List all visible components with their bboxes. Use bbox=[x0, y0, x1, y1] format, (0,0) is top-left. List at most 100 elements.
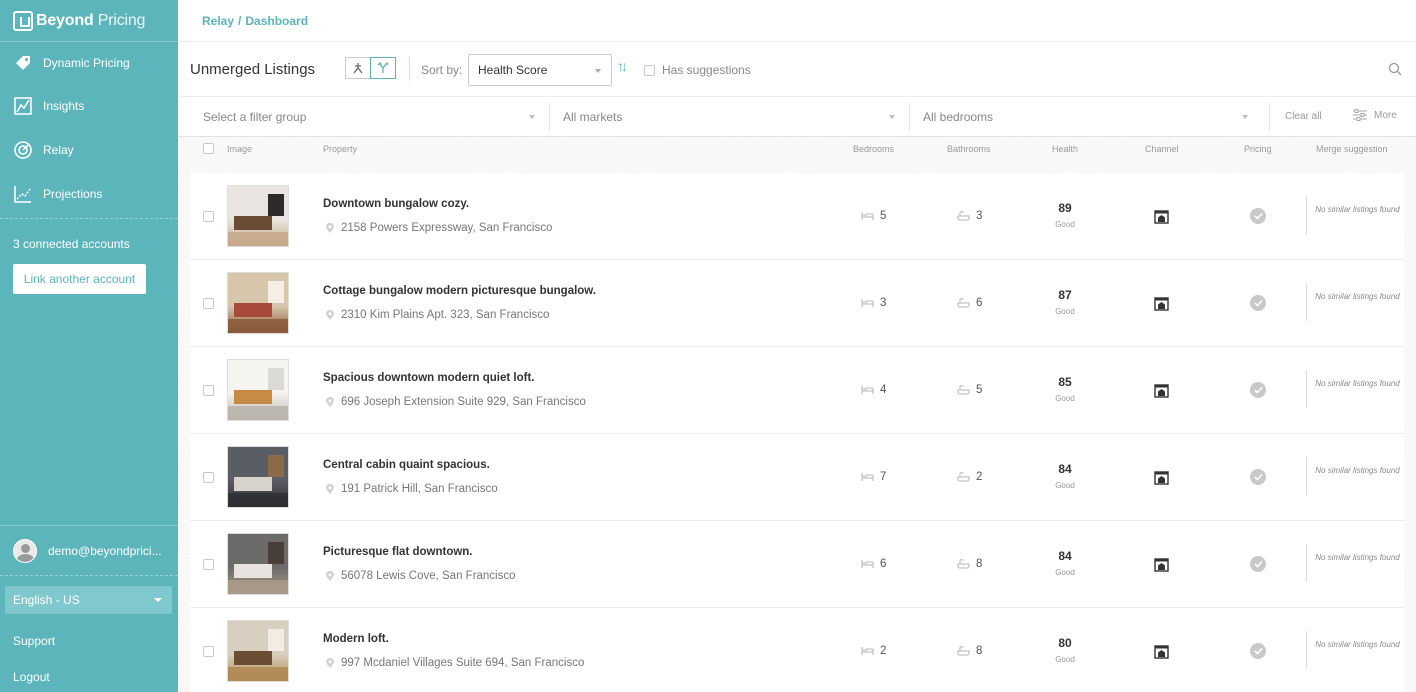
language-value: English - US bbox=[13, 593, 80, 607]
health-score-value: 84 bbox=[1058, 462, 1072, 476]
person-icon bbox=[353, 63, 363, 74]
bath-icon bbox=[957, 298, 970, 308]
listing-thumbnail bbox=[227, 359, 289, 421]
header-property[interactable]: Property bbox=[323, 144, 357, 154]
row-checkbox[interactable] bbox=[203, 385, 214, 396]
table-body: Downtown bungalow cozy. 2158 Powers Expr… bbox=[190, 173, 1404, 692]
bathrooms-cell: 6 bbox=[957, 297, 982, 309]
nav-label: Relay bbox=[43, 143, 74, 157]
row-checkbox[interactable] bbox=[203, 472, 214, 483]
chevron-down-icon bbox=[154, 598, 162, 602]
table-row[interactable]: Central cabin quaint spacious. 191 Patri… bbox=[190, 434, 1404, 521]
merge-icon bbox=[377, 62, 389, 73]
pricing-check-icon bbox=[1250, 643, 1266, 659]
sort-direction-icon[interactable]: ↑↓ bbox=[617, 58, 628, 74]
logo-icon bbox=[13, 10, 33, 31]
has-suggestions-checkbox[interactable] bbox=[644, 64, 655, 76]
bath-icon bbox=[957, 559, 970, 569]
row-checkbox[interactable] bbox=[203, 559, 214, 570]
connected-accounts-text: 3 connected accounts bbox=[13, 237, 130, 251]
table-row[interactable]: Spacious downtown modern quiet loft. 696… bbox=[190, 347, 1404, 434]
search-icon[interactable] bbox=[1388, 62, 1402, 76]
property-name[interactable]: Cottage bungalow modern picturesque bung… bbox=[323, 285, 596, 297]
bedrooms-value: 7 bbox=[880, 471, 887, 483]
chevron-down-icon bbox=[1242, 115, 1248, 119]
user-menu[interactable]: demo@beyondprici... bbox=[0, 526, 178, 576]
markets-select[interactable]: All markets bbox=[563, 97, 909, 137]
bathrooms-value: 5 bbox=[976, 384, 983, 396]
table-row[interactable]: Picturesque flat downtown. 56078 Lewis C… bbox=[190, 521, 1404, 608]
filter-group-select[interactable]: Select a filter group bbox=[203, 97, 549, 137]
brand-logo[interactable]: Beyond Pricing bbox=[0, 0, 178, 42]
channel-home-icon bbox=[1154, 384, 1169, 398]
more-filters-button[interactable]: More bbox=[1352, 109, 1397, 121]
bedrooms-cell: 7 bbox=[861, 471, 886, 483]
has-suggestions-label: Has suggestions bbox=[662, 63, 751, 77]
sliders-icon bbox=[1353, 109, 1367, 121]
row-checkbox[interactable] bbox=[203, 646, 214, 657]
bathrooms-value: 3 bbox=[976, 210, 983, 222]
breadcrumb-relay[interactable]: Relay bbox=[202, 14, 234, 28]
property-name[interactable]: Modern loft. bbox=[323, 633, 389, 645]
table-row[interactable]: Downtown bungalow cozy. 2158 Powers Expr… bbox=[190, 173, 1404, 260]
nav-insights[interactable]: Insights bbox=[0, 84, 178, 128]
table-row[interactable]: Modern loft. 997 Mcdaniel Villages Suite… bbox=[190, 608, 1404, 692]
address-text: 2310 Kim Plains Apt. 323, San Francisco bbox=[341, 309, 550, 321]
health-score-label: Good bbox=[1055, 220, 1075, 229]
property-address: 56078 Lewis Cove, San Francisco bbox=[326, 570, 516, 582]
filter-group-placeholder: Select a filter group bbox=[203, 110, 307, 124]
support-link[interactable]: Support bbox=[13, 634, 55, 648]
bathrooms-cell: 3 bbox=[957, 210, 982, 222]
bathrooms-cell: 8 bbox=[957, 645, 982, 657]
header-bathrooms[interactable]: Bathrooms bbox=[947, 144, 991, 154]
single-view-toggle[interactable] bbox=[345, 57, 371, 79]
row-checkbox[interactable] bbox=[203, 211, 214, 222]
bedrooms-cell: 5 bbox=[861, 210, 886, 222]
bathrooms-cell: 2 bbox=[957, 471, 982, 483]
nav-projections[interactable]: Projections bbox=[0, 172, 178, 216]
address-text: 696 Joseph Extension Suite 929, San Fran… bbox=[341, 396, 586, 408]
main-panel: Relay / Dashboard Unmerged Listings Sort… bbox=[178, 0, 1416, 692]
link-account-button[interactable]: Link another account bbox=[13, 264, 146, 294]
header-health[interactable]: Health bbox=[1052, 144, 1078, 154]
listing-thumbnail bbox=[227, 446, 289, 508]
health-score: 87 Good bbox=[1050, 288, 1080, 316]
bathrooms-cell: 8 bbox=[957, 558, 982, 570]
property-name[interactable]: Central cabin quaint spacious. bbox=[323, 459, 490, 471]
bed-icon bbox=[861, 386, 874, 394]
merge-view-toggle[interactable] bbox=[370, 57, 396, 79]
property-name[interactable]: Spacious downtown modern quiet loft. bbox=[323, 372, 534, 384]
address-text: 191 Patrick Hill, San Francisco bbox=[341, 483, 498, 495]
property-name[interactable]: Picturesque flat downtown. bbox=[323, 546, 473, 558]
clear-all-button[interactable]: Clear all bbox=[1285, 111, 1322, 122]
filter-divider bbox=[549, 103, 550, 131]
channel-home-icon bbox=[1154, 471, 1169, 485]
select-all-checkbox[interactable] bbox=[203, 143, 214, 154]
map-pin-icon bbox=[326, 223, 334, 233]
property-name[interactable]: Downtown bungalow cozy. bbox=[323, 198, 469, 210]
channel-home-icon bbox=[1154, 297, 1169, 311]
pricing-check-icon bbox=[1250, 295, 1266, 311]
language-select[interactable]: English - US bbox=[5, 586, 172, 614]
health-score-value: 89 bbox=[1058, 201, 1072, 215]
has-suggestions-filter[interactable]: Has suggestions bbox=[644, 63, 751, 77]
nav-relay[interactable]: Relay bbox=[0, 128, 178, 172]
logout-link[interactable]: Logout bbox=[13, 670, 50, 684]
page-title: Unmerged Listings bbox=[190, 61, 316, 78]
toolbar: Unmerged Listings Sort by: Health Score … bbox=[178, 42, 1416, 97]
table-row[interactable]: Cottage bungalow modern picturesque bung… bbox=[190, 260, 1404, 347]
row-checkbox[interactable] bbox=[203, 298, 214, 309]
sort-select[interactable]: Health Score bbox=[468, 54, 612, 86]
nav-dynamic-pricing[interactable]: Dynamic Pricing bbox=[0, 42, 178, 84]
filter-divider bbox=[1269, 103, 1270, 131]
pricing-check-icon bbox=[1250, 469, 1266, 485]
bed-icon bbox=[861, 299, 874, 307]
bedrooms-value: 4 bbox=[880, 384, 887, 396]
health-score: 80 Good bbox=[1050, 636, 1080, 664]
bedrooms-select[interactable]: All bedrooms bbox=[923, 97, 1262, 137]
tag-icon bbox=[13, 53, 33, 73]
map-pin-icon bbox=[326, 484, 334, 494]
header-bedrooms[interactable]: Bedrooms bbox=[853, 144, 894, 154]
property-address: 696 Joseph Extension Suite 929, San Fran… bbox=[326, 396, 586, 408]
pricing-check-icon bbox=[1250, 556, 1266, 572]
